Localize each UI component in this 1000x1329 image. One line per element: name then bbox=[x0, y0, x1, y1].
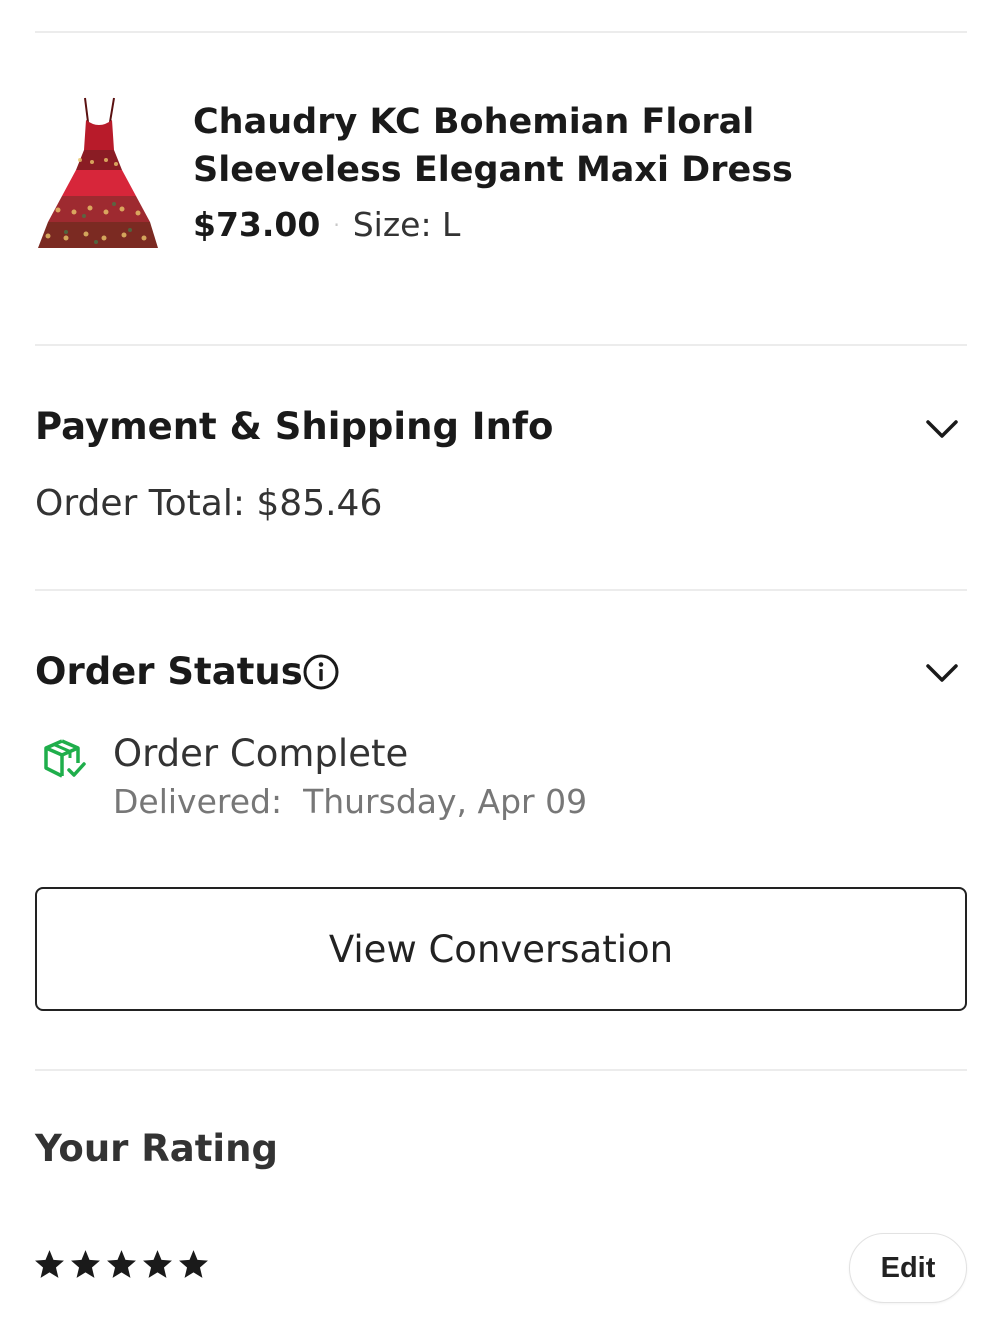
star-rating bbox=[33, 1248, 210, 1281]
payment-shipping-title[interactable]: Payment & Shipping Info bbox=[35, 403, 553, 451]
star-icon bbox=[71, 1250, 100, 1278]
delivered-date: Delivered: Thursday, Apr 09 bbox=[113, 782, 588, 821]
your-rating-title: Your Rating bbox=[35, 1127, 278, 1170]
product-title[interactable]: Chaudry KC Bohemian Floral Sleeveless El… bbox=[193, 98, 953, 194]
divider bbox=[35, 344, 967, 346]
separator-dot: · bbox=[333, 213, 340, 237]
order-status-text: Order Complete bbox=[113, 732, 409, 775]
order-status-title[interactable]: Order Status bbox=[35, 648, 303, 696]
price-size-row: $73.00 · Size: L bbox=[193, 203, 460, 247]
star-icon bbox=[179, 1250, 208, 1278]
top-divider bbox=[35, 31, 967, 33]
product-image[interactable] bbox=[30, 92, 162, 256]
chevron-down-icon[interactable] bbox=[922, 409, 962, 449]
product-size: Size: L bbox=[352, 205, 461, 244]
order-total: Order Total: $85.46 bbox=[35, 483, 383, 524]
product-price: $73.00 bbox=[193, 205, 321, 244]
dress-image bbox=[38, 97, 158, 248]
divider bbox=[35, 589, 967, 591]
package-check-icon bbox=[44, 739, 86, 778]
info-icon[interactable] bbox=[302, 653, 340, 691]
divider bbox=[35, 1069, 967, 1071]
star-icon bbox=[143, 1250, 172, 1278]
view-conversation-button[interactable]: View Conversation bbox=[35, 887, 967, 1011]
chevron-down-icon[interactable] bbox=[922, 653, 962, 693]
star-icon bbox=[107, 1250, 136, 1278]
star-icon bbox=[35, 1250, 64, 1278]
edit-rating-button[interactable]: Edit bbox=[849, 1233, 967, 1303]
